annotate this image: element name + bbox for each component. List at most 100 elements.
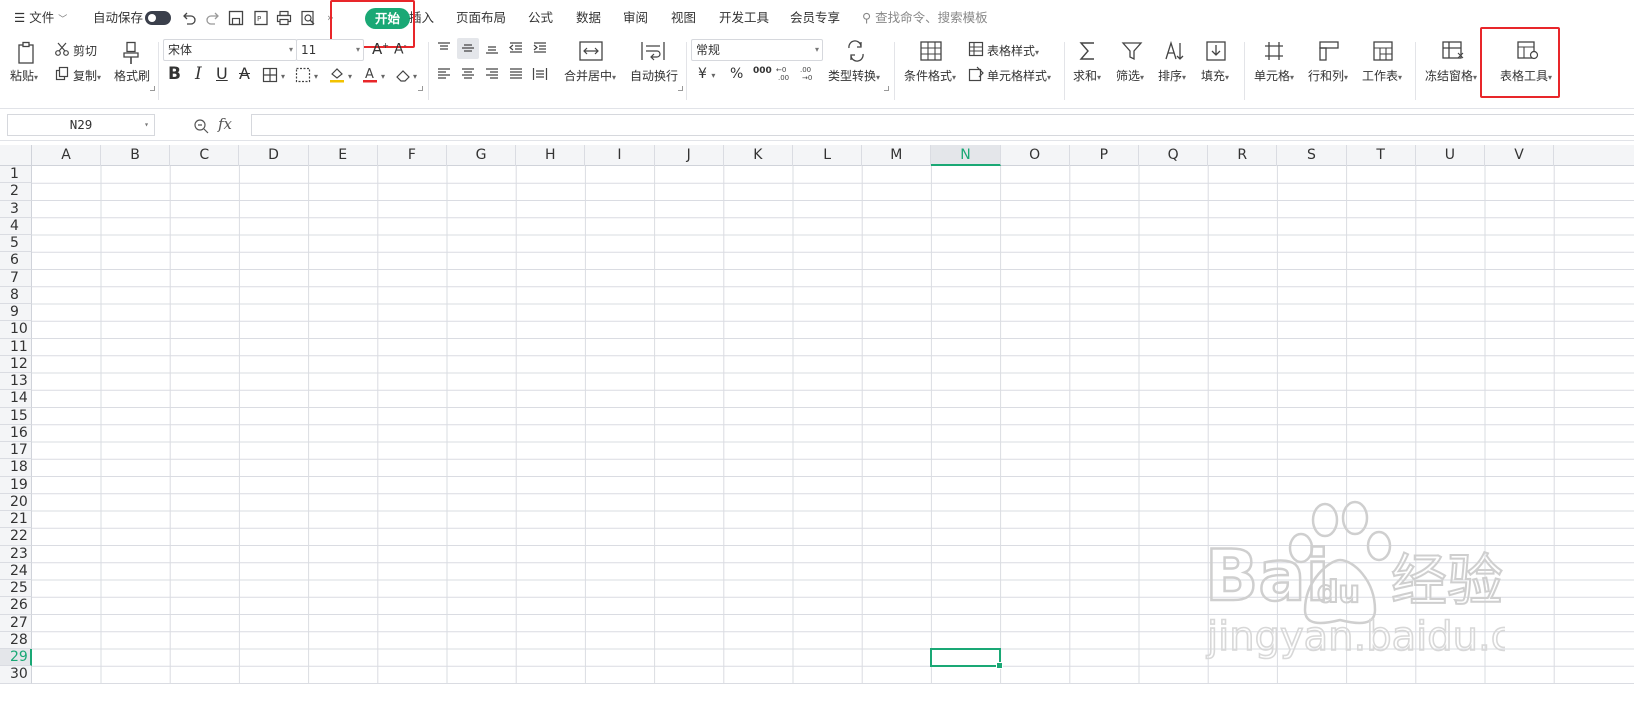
number-dialog-launcher[interactable] — [884, 86, 889, 91]
font-color-dropdown-icon[interactable]: ▾ — [381, 72, 385, 81]
borders-icon[interactable] — [262, 67, 278, 83]
row-header-9[interactable]: 9 — [0, 304, 32, 322]
row-header-20[interactable]: 20 — [0, 493, 32, 511]
tab-formulas[interactable]: 公式 — [528, 0, 553, 36]
column-header-B[interactable]: B — [101, 145, 171, 166]
percent-button[interactable]: % — [730, 66, 743, 82]
row-header-28[interactable]: 28 — [0, 631, 32, 649]
row-header-3[interactable]: 3 — [0, 200, 32, 218]
select-all-corner[interactable] — [0, 145, 32, 166]
row-header-4[interactable]: 4 — [0, 217, 32, 235]
row-header-6[interactable]: 6 — [0, 252, 32, 270]
sort-button[interactable]: 排序▾ — [1158, 67, 1186, 84]
column-header-H[interactable]: H — [516, 145, 586, 166]
row-header-18[interactable]: 18 — [0, 459, 32, 477]
distribute-icon[interactable] — [532, 67, 548, 81]
row-header-12[interactable]: 12 — [0, 355, 32, 373]
row-header-21[interactable]: 21 — [0, 511, 32, 529]
paste-button[interactable]: 粘贴▾ — [10, 67, 38, 84]
tab-member[interactable]: 会员专享 — [790, 0, 840, 36]
column-header-U[interactable]: U — [1416, 145, 1485, 166]
row-header-10[interactable]: 10 — [0, 321, 32, 339]
currency-button[interactable]: ¥ ▾ — [698, 66, 715, 82]
tab-data[interactable]: 数据 — [576, 0, 601, 36]
thousands-separator-button[interactable]: 000 — [753, 66, 772, 76]
cell-button[interactable]: 单元格▾ — [1254, 67, 1294, 84]
column-header-Q[interactable]: Q — [1139, 145, 1209, 166]
column-header-N[interactable]: N — [931, 145, 1001, 166]
export-pdf-icon[interactable]: P — [252, 9, 270, 27]
column-header-O[interactable]: O — [1001, 145, 1070, 166]
column-header-A[interactable]: A — [32, 145, 101, 166]
column-header-P[interactable]: P — [1070, 145, 1139, 166]
merge-center-button[interactable]: 合并居中▾ — [564, 67, 616, 84]
row-header-7[interactable]: 7 — [0, 269, 32, 287]
row-header-24[interactable]: 24 — [0, 562, 32, 580]
align-top-icon[interactable] — [436, 41, 452, 55]
cell-style-fill-icon[interactable] — [295, 67, 311, 83]
increase-decimal-icon[interactable]: ←0.00 — [775, 64, 795, 82]
bold-button[interactable]: B — [168, 64, 181, 84]
column-header-K[interactable]: K — [724, 145, 793, 166]
conditional-format-button[interactable]: 条件格式▾ — [904, 67, 956, 84]
row-header-5[interactable]: 5 — [0, 235, 32, 253]
chevron-down-icon[interactable]: ▾ — [144, 115, 149, 135]
column-header-S[interactable]: S — [1277, 145, 1347, 166]
row-header-1[interactable]: 1 — [0, 166, 32, 184]
font-size-select[interactable]: 11 ▾ — [296, 39, 364, 61]
column-header-E[interactable]: E — [309, 145, 378, 166]
copy-button[interactable]: 复制▾ — [73, 67, 101, 84]
grow-font-button[interactable]: A+ — [372, 40, 389, 58]
align-center-icon[interactable] — [460, 67, 476, 81]
command-search[interactable]: ⚲ 查找命令、搜索模板 — [862, 0, 988, 36]
type-convert-button[interactable]: 类型转换▾ — [828, 67, 880, 84]
column-header-T[interactable]: T — [1347, 145, 1416, 166]
font-name-select[interactable]: 宋体 ▾ — [163, 39, 297, 61]
formula-input[interactable] — [251, 114, 1634, 136]
row-header-25[interactable]: 25 — [0, 580, 32, 598]
tab-view[interactable]: 视图 — [671, 0, 696, 36]
column-header-I[interactable]: I — [585, 145, 655, 166]
cell-style-button[interactable]: 单元格样式▾ — [987, 67, 1051, 84]
column-header-V[interactable]: V — [1485, 145, 1555, 166]
column-header-J[interactable]: J — [655, 145, 724, 166]
wrap-text-button[interactable]: 自动换行 — [630, 67, 678, 84]
row-header-30[interactable]: 30 — [0, 666, 32, 684]
row-header-2[interactable]: 2 — [0, 183, 32, 201]
strikethrough-button[interactable]: A — [239, 64, 250, 83]
font-color-icon[interactable]: A — [361, 65, 379, 83]
row-header-22[interactable]: 22 — [0, 528, 32, 546]
row-header-27[interactable]: 27 — [0, 614, 32, 632]
column-header-M[interactable]: M — [862, 145, 932, 166]
fill-color-icon[interactable] — [328, 65, 346, 83]
worksheet-button[interactable]: 工作表▾ — [1362, 67, 1402, 84]
tab-developer[interactable]: 开发工具 — [719, 0, 769, 36]
clipboard-dialog-launcher[interactable] — [150, 86, 155, 91]
column-header-R[interactable]: R — [1208, 145, 1278, 166]
tab-page-layout[interactable]: 页面布局 — [456, 0, 506, 36]
justify-icon[interactable] — [508, 67, 524, 81]
table-style-button[interactable]: 表格样式▾ — [987, 42, 1039, 59]
freeze-panes-button[interactable]: 冻结窗格▾ — [1425, 67, 1477, 84]
row-header-26[interactable]: 26 — [0, 597, 32, 615]
decrease-decimal-icon[interactable]: .00→0 — [799, 64, 819, 82]
redo-icon[interactable] — [204, 9, 222, 27]
row-header-11[interactable]: 11 — [0, 338, 32, 356]
align-bottom-icon[interactable] — [484, 41, 500, 55]
shrink-font-button[interactable]: A- — [394, 41, 406, 58]
fill-button[interactable]: 填充▾ — [1201, 67, 1229, 84]
zoom-function-icon[interactable] — [193, 118, 209, 134]
increase-indent-icon[interactable] — [532, 41, 548, 55]
align-right-icon[interactable] — [484, 67, 500, 81]
row-header-8[interactable]: 8 — [0, 286, 32, 304]
number-format-select[interactable]: 常规 ▾ — [691, 39, 823, 61]
filter-button[interactable]: 筛选▾ — [1116, 67, 1144, 84]
column-header-F[interactable]: F — [378, 145, 447, 166]
row-header-14[interactable]: 14 — [0, 390, 32, 408]
column-header-G[interactable]: G — [447, 145, 517, 166]
underline-button[interactable]: U — [216, 64, 228, 83]
active-cell-N29[interactable] — [930, 648, 1003, 670]
align-left-icon[interactable] — [436, 67, 452, 81]
autosave-toggle[interactable] — [145, 11, 171, 25]
fill-color-dropdown-icon[interactable]: ▾ — [348, 72, 352, 81]
